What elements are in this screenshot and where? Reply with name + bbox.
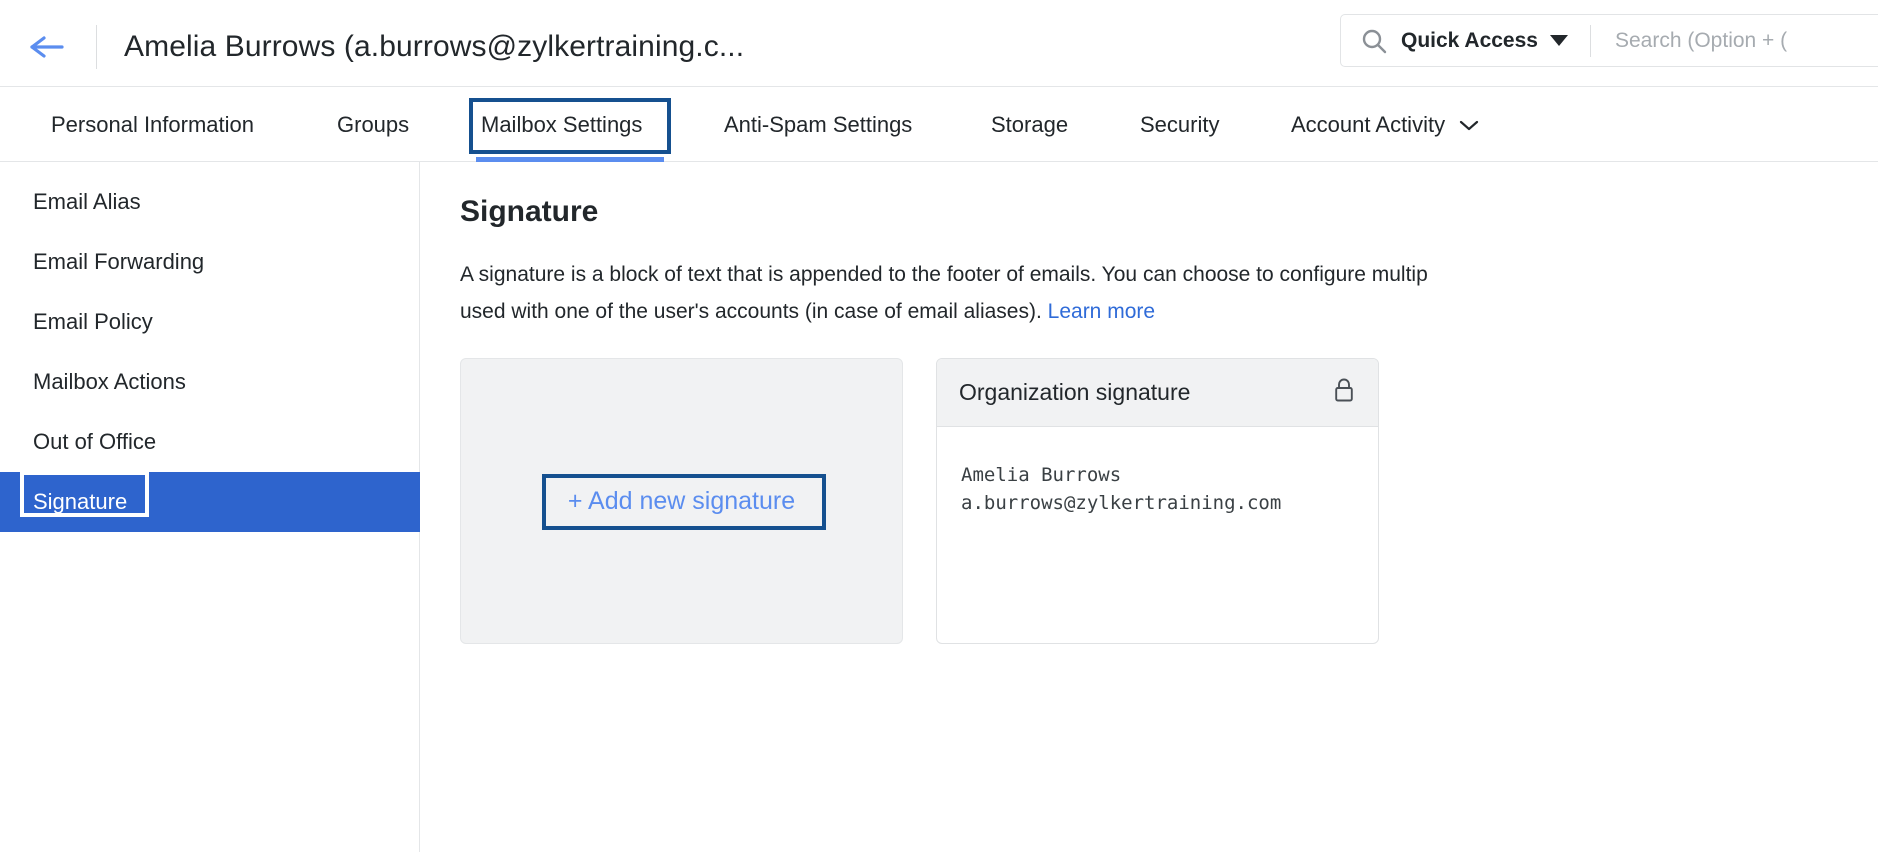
arrow-left-icon bbox=[28, 32, 68, 62]
tab-label: Mailbox Settings bbox=[481, 112, 643, 137]
tab-storage[interactable]: Storage bbox=[991, 88, 1068, 162]
sidebar-item-mailbox-actions[interactable]: Mailbox Actions bbox=[0, 352, 420, 412]
main-content: Signature A signature is a block of text… bbox=[421, 162, 1878, 852]
sidebar-item-label: Out of Office bbox=[33, 429, 157, 454]
tab-bar: Personal Information Groups Mailbox Sett… bbox=[0, 88, 1878, 162]
description-line-2: used with one of the user's accounts (in… bbox=[460, 300, 1048, 323]
tab-label: Storage bbox=[991, 112, 1069, 137]
search-input[interactable] bbox=[1612, 27, 1878, 54]
tab-label: Security bbox=[1140, 112, 1220, 137]
section-heading: Signature bbox=[460, 195, 599, 228]
organization-signature-content: Amelia Burrows a.burrows@zylkertraining.… bbox=[961, 464, 1282, 514]
search-icon bbox=[1360, 27, 1388, 55]
sidebar-item-email-forwarding[interactable]: Email Forwarding bbox=[0, 232, 420, 292]
tab-account-activity[interactable]: Account Activity bbox=[1291, 88, 1479, 162]
add-new-signature-card[interactable]: + Add new signature bbox=[460, 358, 903, 644]
organization-signature-card: Organization signature Amelia Burrows a.… bbox=[936, 358, 1379, 644]
tab-label: Anti-Spam Settings bbox=[724, 112, 913, 137]
lock-icon bbox=[1332, 377, 1356, 409]
sidebar-item-label: Mailbox Actions bbox=[33, 369, 186, 394]
back-button[interactable] bbox=[0, 8, 96, 87]
learn-more-link[interactable]: Learn more bbox=[1048, 300, 1155, 323]
tab-mailbox-settings[interactable]: Mailbox Settings bbox=[481, 88, 642, 162]
sidebar-item-label: Signature bbox=[33, 489, 128, 514]
tab-personal-information[interactable]: Personal Information bbox=[51, 88, 254, 162]
chevron-down-icon bbox=[1459, 119, 1479, 132]
page-title: Amelia Burrows (a.burrows@zylkertraining… bbox=[124, 30, 745, 63]
tab-label: Groups bbox=[337, 112, 410, 137]
tab-label: Personal Information bbox=[51, 112, 254, 137]
section-description: A signature is a block of text that is a… bbox=[460, 256, 1878, 330]
search-divider bbox=[1589, 24, 1591, 57]
quick-access-dropdown[interactable]: Quick Access bbox=[1401, 29, 1568, 53]
add-new-signature-label[interactable]: + Add new signature bbox=[568, 487, 795, 516]
sidebar-item-out-of-office[interactable]: Out of Office bbox=[0, 412, 420, 472]
chevron-down-icon bbox=[1549, 35, 1568, 46]
sidebar-item-label: Email Policy bbox=[33, 309, 153, 334]
global-search-bar[interactable]: Quick Access bbox=[1340, 14, 1878, 67]
header-divider bbox=[96, 25, 97, 69]
organization-signature-title: Organization signature bbox=[959, 379, 1191, 405]
description-line-1: A signature is a block of text that is a… bbox=[460, 263, 1428, 286]
sidebar-item-signature[interactable]: Signature bbox=[0, 472, 420, 532]
app-window: Amelia Burrows (a.burrows@zylkertraining… bbox=[0, 0, 1878, 852]
tab-groups[interactable]: Groups bbox=[337, 88, 409, 162]
tab-anti-spam-settings[interactable]: Anti-Spam Settings bbox=[724, 88, 912, 162]
sidebar-item-email-alias[interactable]: Email Alias bbox=[0, 172, 420, 232]
organization-signature-header: Organization signature bbox=[937, 359, 1378, 427]
quick-access-label: Quick Access bbox=[1401, 28, 1538, 52]
tab-label: Account Activity bbox=[1291, 112, 1446, 137]
tab-security[interactable]: Security bbox=[1140, 88, 1219, 162]
sidebar: Email Alias Email Forwarding Email Polic… bbox=[0, 162, 420, 852]
sidebar-item-label: Email Alias bbox=[33, 189, 141, 214]
sidebar-item-email-policy[interactable]: Email Policy bbox=[0, 292, 420, 352]
sidebar-item-label: Email Forwarding bbox=[33, 249, 205, 274]
